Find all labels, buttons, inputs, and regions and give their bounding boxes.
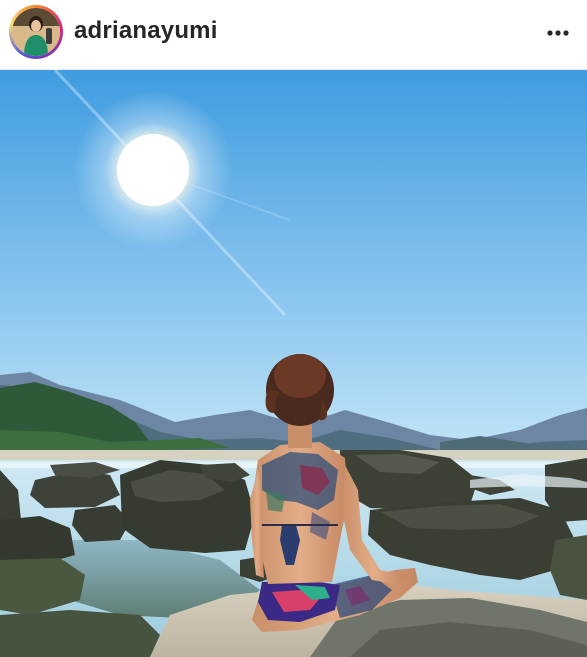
more-horizontal-icon [547, 30, 569, 36]
avatar-story-ring[interactable] [9, 5, 63, 59]
post-header: adrianayumi [0, 0, 587, 70]
more-options-button[interactable] [543, 18, 573, 48]
profile-avatar-image [12, 8, 60, 56]
post-photo[interactable] [0, 70, 587, 657]
avatar[interactable] [12, 8, 60, 56]
beach-meditation-photo [0, 70, 587, 657]
username[interactable]: adrianayumi [74, 17, 218, 45]
instagram-post: adrianayumi [0, 0, 587, 657]
